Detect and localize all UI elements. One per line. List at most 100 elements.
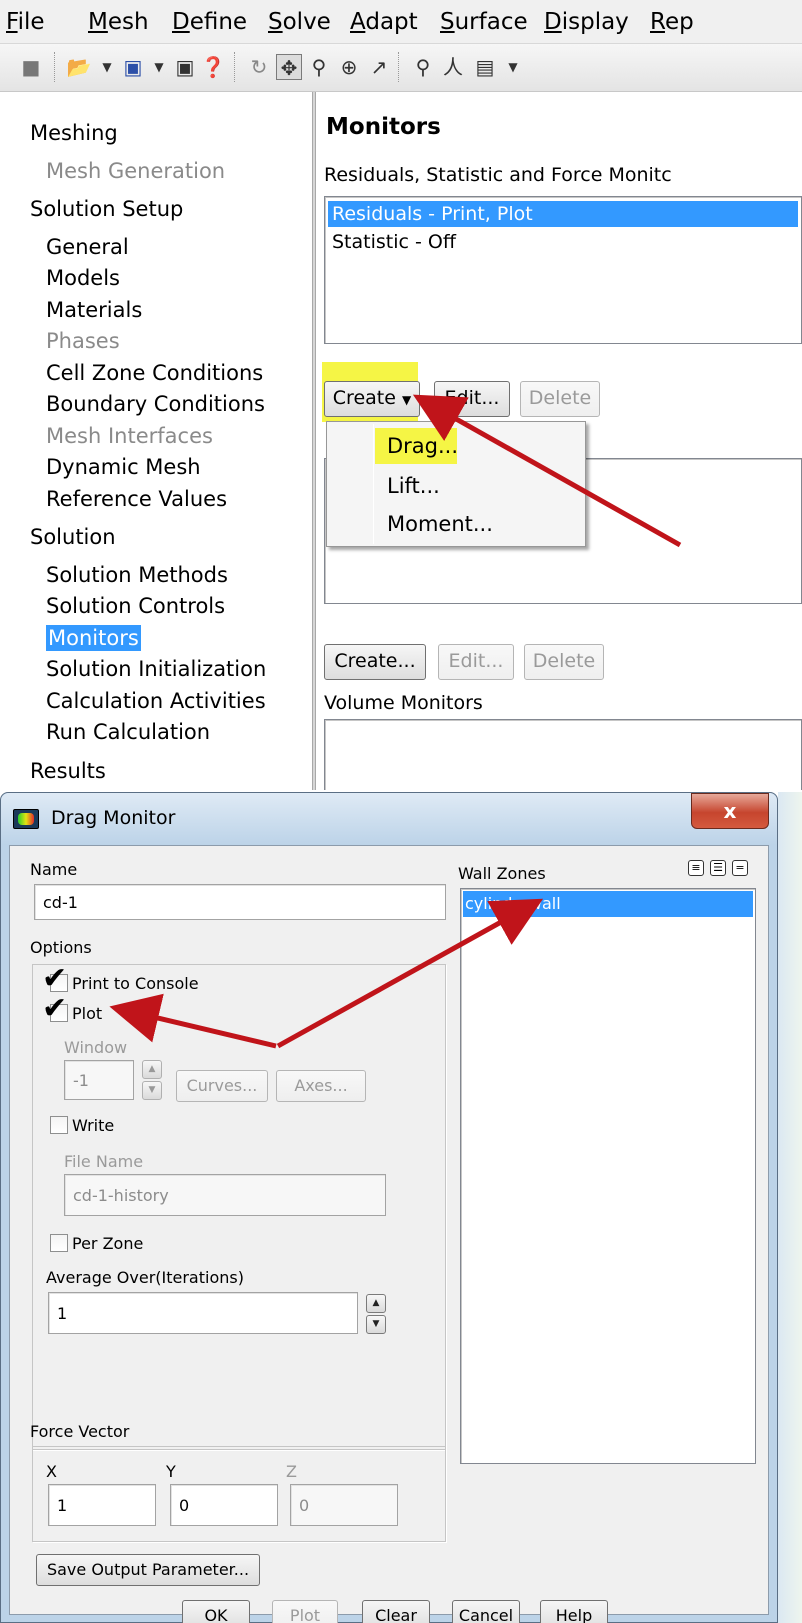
nav-item-solution-initialization[interactable]: Solution Initialization xyxy=(46,656,266,682)
nav-item-solution-methods[interactable]: Solution Methods xyxy=(46,562,228,588)
drag-monitor-dialog: Drag Monitor x Name Options ✔ Print to C… xyxy=(0,792,778,1623)
nav-item-boundary-conditions[interactable]: Boundary Conditions xyxy=(46,391,265,417)
volume-create-button[interactable]: Create... xyxy=(324,644,426,680)
nav-item-general[interactable]: General xyxy=(46,234,129,260)
per-zone-checkbox[interactable] xyxy=(50,1234,68,1252)
menu-define[interactable]: Define xyxy=(172,8,247,36)
wall-zones-listbox[interactable]: cylinderwall xyxy=(460,888,756,1464)
mesh-icon[interactable]: ■ xyxy=(18,54,44,80)
plot-button[interactable]: Plot xyxy=(272,1600,338,1623)
spin-down-icon[interactable]: ▼ xyxy=(142,1081,162,1100)
menu-solve[interactable]: Solve xyxy=(268,8,331,36)
open-folder-icon[interactable]: 📂 xyxy=(66,54,92,80)
chevron-down-icon[interactable]: ▼ xyxy=(94,54,120,80)
ok-button[interactable]: OK xyxy=(182,1600,250,1623)
zoom-fit-icon[interactable]: ⚲ xyxy=(306,54,332,80)
create-dropdown-button[interactable]: Create ▼ xyxy=(324,381,420,417)
cancel-button[interactable]: Cancel xyxy=(452,1600,520,1623)
dialog-titlebar[interactable]: Drag Monitor x xyxy=(1,793,777,845)
nav-item-models[interactable]: Models xyxy=(46,265,120,291)
volume-delete-button[interactable]: Delete xyxy=(524,644,604,680)
nav-item-materials[interactable]: Materials xyxy=(46,297,142,323)
help-button[interactable]: Help xyxy=(540,1600,608,1623)
menu-mesh[interactable]: Mesh xyxy=(88,8,149,36)
volume-monitors-label: Volume Monitors xyxy=(324,692,483,714)
nav-item-mesh-generation[interactable]: Mesh Generation xyxy=(46,158,225,184)
probe-icon[interactable]: ↗ xyxy=(366,54,392,80)
list-icon[interactable]: ☰ xyxy=(710,860,726,876)
clear-button[interactable]: Clear xyxy=(362,1600,430,1623)
spin-up-icon[interactable]: ▲ xyxy=(142,1060,162,1079)
volume-monitors-listbox[interactable] xyxy=(324,719,802,790)
nav-item-reference-values[interactable]: Reference Values xyxy=(46,486,227,512)
nav-item-phases[interactable]: Phases xyxy=(46,328,120,354)
spin-up-icon[interactable]: ▲ xyxy=(366,1294,386,1313)
toolbar: ■ 📂 ▼ ▣ ▼ ▣ ❓ ↻ ✥ ⚲ ⊕ ↗ ⚲ 人 ▤ ▼ xyxy=(0,44,802,92)
axes-button[interactable]: Axes... xyxy=(276,1070,366,1102)
curves-button[interactable]: Curves... xyxy=(176,1070,268,1102)
list-item[interactable]: Residuals - Print, Plot xyxy=(328,201,798,227)
nav-item-run-calculation[interactable]: Run Calculation xyxy=(46,719,210,745)
nav-item-dynamic-mesh[interactable]: Dynamic Mesh xyxy=(46,454,201,480)
check-icon: ✔ xyxy=(42,991,68,1026)
layout-icon[interactable]: ▤ xyxy=(472,54,498,80)
file-name-input[interactable] xyxy=(64,1174,386,1216)
chevron-down-icon[interactable]: ▼ xyxy=(500,54,526,80)
nav-item-mesh-interfaces[interactable]: Mesh Interfaces xyxy=(46,423,213,449)
list-item[interactable]: cylinderwall xyxy=(463,891,753,917)
chevron-down-icon: ▼ xyxy=(401,393,412,407)
file-name-label: File Name xyxy=(64,1152,144,1171)
average-over-spinner[interactable]: ▲ ▼ xyxy=(366,1294,386,1334)
average-over-input[interactable] xyxy=(48,1292,358,1334)
edit-button[interactable]: Edit... xyxy=(434,381,510,417)
nav-item-monitors[interactable]: Monitors xyxy=(46,625,141,651)
menu-display[interactable]: Display xyxy=(544,8,629,36)
navigation-pane: Meshing Mesh Generation Solution Setup G… xyxy=(18,92,310,790)
nav-category-meshing: Meshing xyxy=(30,121,118,145)
menu-item-drag[interactable]: Drag... xyxy=(387,432,458,460)
close-icon[interactable]: x xyxy=(691,793,769,829)
rotate-icon[interactable]: ↻ xyxy=(246,54,272,80)
save-output-parameter-button[interactable]: Save Output Parameter... xyxy=(36,1554,260,1586)
pan-icon[interactable]: ✥ xyxy=(276,54,302,80)
menu-item-lift[interactable]: Lift... xyxy=(387,472,440,500)
y-label: Y xyxy=(166,1462,176,1481)
zoom-in-icon[interactable]: ⊕ xyxy=(336,54,362,80)
screenshot-icon[interactable]: ▣ xyxy=(172,54,198,80)
menubar: File Mesh Define Solve Adapt Surface Dis… xyxy=(0,0,802,44)
name-input[interactable] xyxy=(34,884,446,920)
name-label: Name xyxy=(30,860,78,879)
axes-icon[interactable]: 人 xyxy=(440,54,466,80)
panel-title: Monitors xyxy=(326,114,441,140)
menu-file[interactable]: File xyxy=(6,8,45,36)
nav-category-results: Results xyxy=(30,759,106,783)
menu-surface[interactable]: Surface xyxy=(440,8,528,36)
dialog-body: Name Options ✔ Print to Console ✔ Plot W… xyxy=(9,845,769,1623)
volume-edit-button[interactable]: Edit... xyxy=(438,644,514,680)
monitors-list-label: Residuals, Statistic and Force Monitc xyxy=(324,164,672,186)
force-x-input[interactable] xyxy=(48,1484,156,1526)
zoom-box-icon[interactable]: ⚲ xyxy=(410,54,436,80)
menu-item-moment[interactable]: Moment... xyxy=(387,510,493,538)
select-all-icon[interactable]: ≡ xyxy=(688,860,704,876)
window-input[interactable] xyxy=(64,1060,134,1100)
write-label: Write xyxy=(72,1116,115,1135)
chevron-down-icon[interactable]: ▼ xyxy=(146,54,172,80)
list-item[interactable]: Statistic - Off xyxy=(328,229,798,255)
force-y-input[interactable] xyxy=(170,1484,278,1526)
help-icon[interactable]: ❓ xyxy=(200,54,226,80)
write-checkbox[interactable] xyxy=(50,1116,68,1134)
nav-item-calculation-activities[interactable]: Calculation Activities xyxy=(46,688,266,714)
nav-category-solution-setup: Solution Setup xyxy=(30,197,184,221)
menu-adapt[interactable]: Adapt xyxy=(350,8,418,36)
spin-down-icon[interactable]: ▼ xyxy=(366,1315,386,1334)
nav-item-solution-controls[interactable]: Solution Controls xyxy=(46,593,225,619)
window-spinner[interactable]: ▲ ▼ xyxy=(142,1060,162,1100)
delete-button[interactable]: Delete xyxy=(520,381,600,417)
force-z-input[interactable] xyxy=(290,1484,398,1526)
save-icon[interactable]: ▣ xyxy=(120,54,146,80)
monitors-listbox[interactable]: Residuals - Print, Plot Statistic - Off xyxy=(324,196,802,344)
deselect-all-icon[interactable]: = xyxy=(732,860,748,876)
nav-item-cell-zone-conditions[interactable]: Cell Zone Conditions xyxy=(46,360,263,386)
menu-report[interactable]: Rep xyxy=(650,8,694,36)
